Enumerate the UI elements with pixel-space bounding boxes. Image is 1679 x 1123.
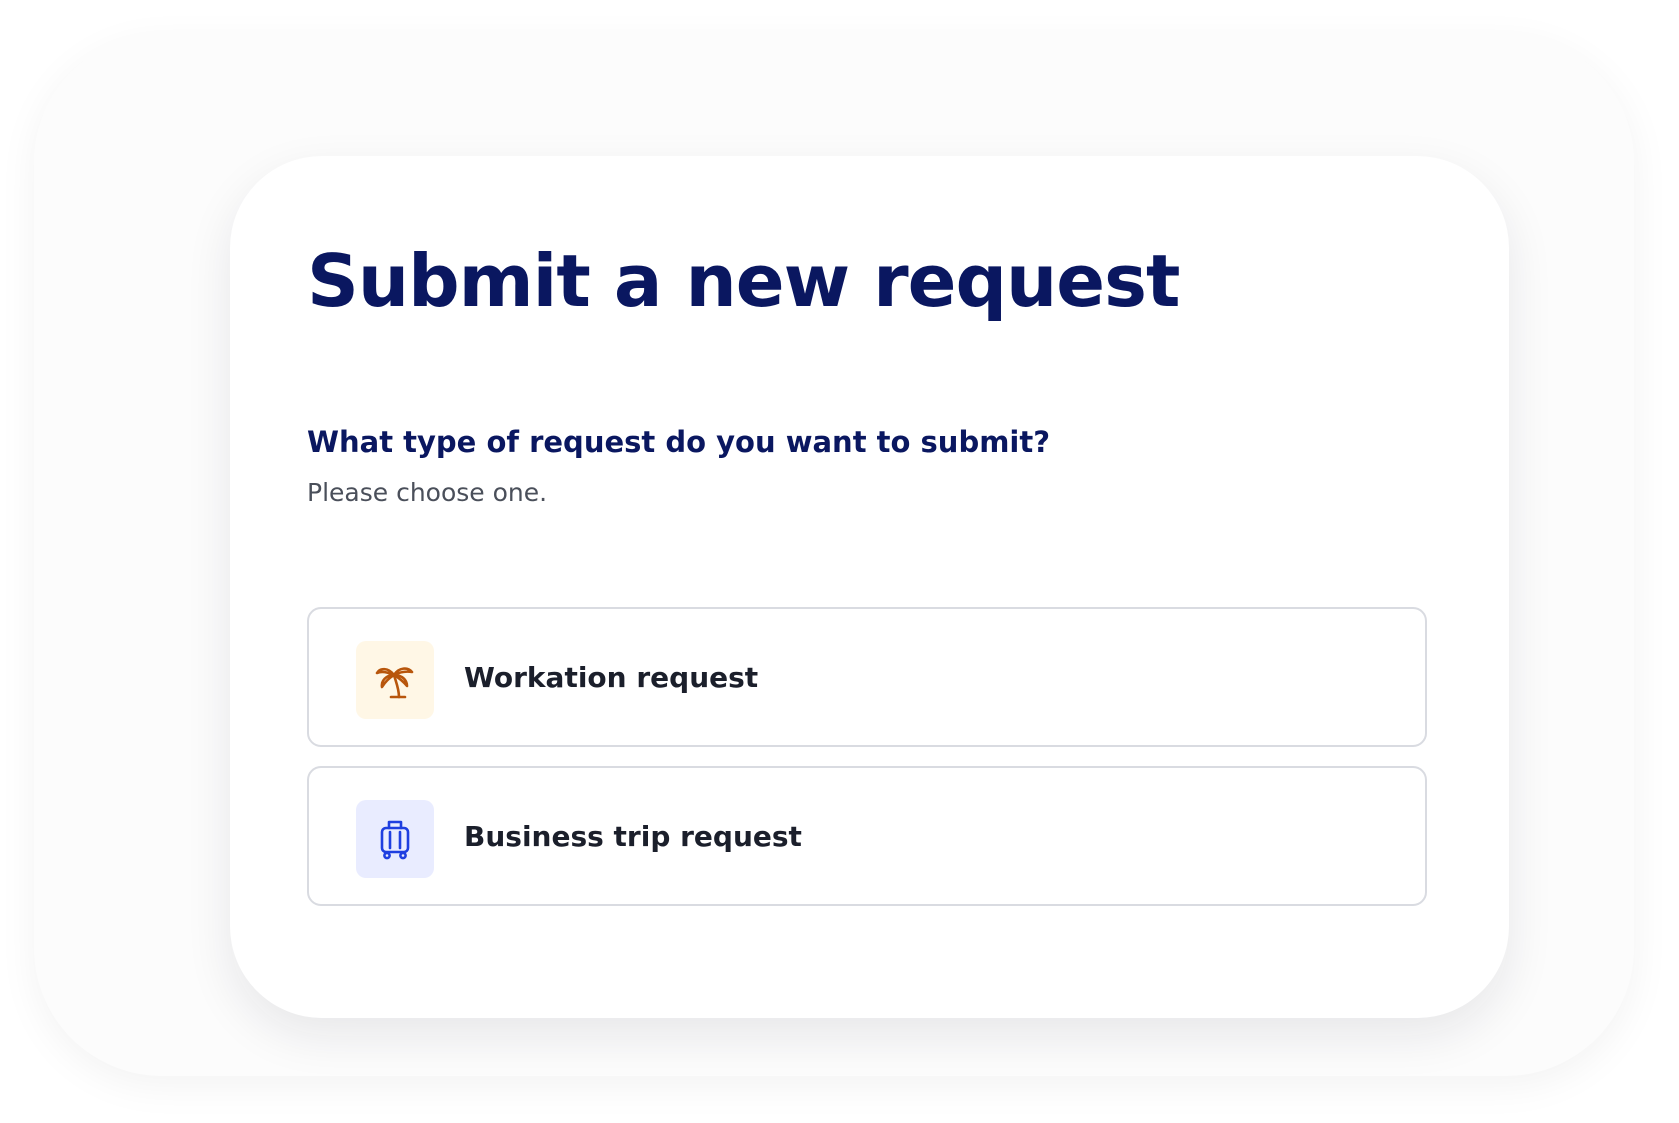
outer-panel: Submit a new request What type of reques… xyxy=(34,34,1634,1076)
request-type-hint: Please choose one. xyxy=(307,478,548,507)
business-trip-request-option[interactable]: Business trip request xyxy=(307,766,1427,906)
business-trip-request-label: Business trip request xyxy=(464,820,802,853)
luggage-icon xyxy=(356,800,434,878)
page-title: Submit a new request xyxy=(307,239,1180,323)
request-form-card: Submit a new request What type of reques… xyxy=(230,156,1509,1018)
workation-request-option[interactable]: Workation request xyxy=(307,607,1427,747)
request-type-question: What type of request do you want to subm… xyxy=(307,425,1051,459)
palm-tree-icon xyxy=(356,641,434,719)
workation-request-label: Workation request xyxy=(464,661,759,694)
